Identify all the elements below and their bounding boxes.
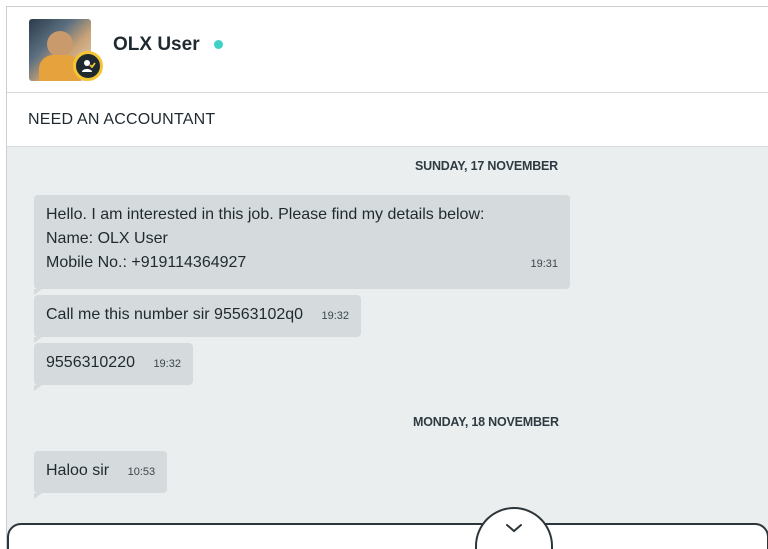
- user-check-icon: [82, 60, 96, 72]
- chat-header: OLX User: [7, 7, 768, 93]
- message-time: 19:31: [530, 258, 558, 270]
- message-line: Hello. I am interested in this job. Plea…: [46, 206, 485, 223]
- online-status-dot: [214, 40, 223, 49]
- username[interactable]: OLX User: [113, 34, 200, 56]
- message-list[interactable]: SUNDAY, 17 NOVEMBER Hello. I am interest…: [7, 147, 768, 549]
- chevron-down-icon: [506, 524, 522, 533]
- message-time: 19:32: [321, 310, 350, 322]
- verified-badge-icon: [73, 51, 103, 81]
- date-separator: MONDAY, 18 NOVEMBER: [413, 415, 559, 429]
- message-text: 9556310220: [46, 354, 135, 371]
- ad-title: NEED AN ACCOUNTANT: [28, 111, 216, 128]
- ad-subject-bar[interactable]: NEED AN ACCOUNTANT: [7, 93, 768, 147]
- message-bubble[interactable]: Hello. I am interested in this job. Plea…: [34, 195, 570, 295]
- message-text: Call me this number sir 95563102q0: [46, 306, 304, 323]
- message-line: Mobile No.: +919114364927: [46, 254, 247, 271]
- message-time: 10:53: [127, 466, 156, 478]
- date-separator: SUNDAY, 17 NOVEMBER: [415, 159, 559, 173]
- chat-window: OLX User NEED AN ACCOUNTANT SUNDAY, 17 N…: [6, 6, 768, 549]
- message-text: Haloo sir: [46, 462, 110, 479]
- message-bubble[interactable]: 9556310220 19:32: [34, 343, 193, 391]
- message-line: Name: OLX User: [46, 230, 168, 247]
- message-bubble[interactable]: Call me this number sir 95563102q0 19:32: [34, 295, 362, 343]
- message-bubble[interactable]: Haloo sir 10:53: [34, 451, 168, 499]
- message-time: 19:32: [153, 358, 181, 370]
- message-input-area[interactable]: [7, 523, 768, 549]
